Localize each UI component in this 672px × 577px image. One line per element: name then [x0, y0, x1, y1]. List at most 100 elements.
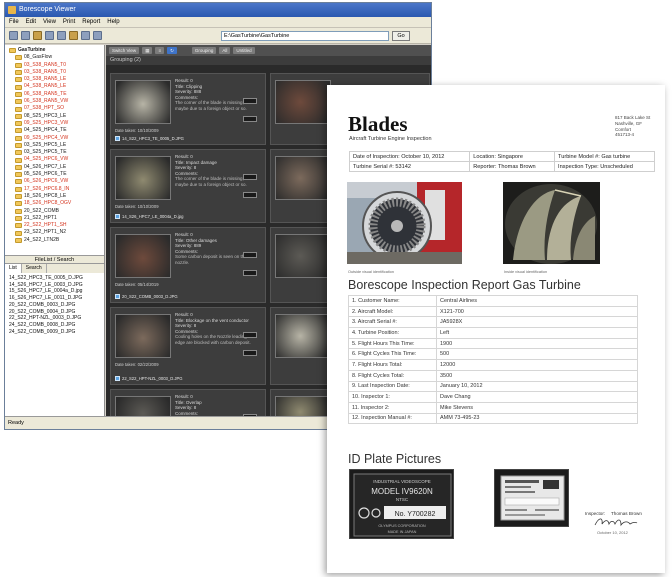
switch-view-button[interactable]: Switch View: [109, 47, 140, 54]
edit-field[interactable]: [243, 192, 257, 198]
tree-item[interactable]: 06_S26_HPC6_VW: [9, 178, 104, 185]
tree-item[interactable]: 20_S22_COMB: [9, 208, 104, 215]
tree-item[interactable]: 24_S22_LTN2B: [9, 237, 104, 244]
tab-search[interactable]: Search: [22, 264, 47, 273]
filelist-tabs: List Search: [5, 264, 104, 273]
tree-item[interactable]: 04_S38_RAN5_LE: [9, 83, 104, 90]
info-location: Location: Singapore: [469, 151, 556, 162]
inspection-card[interactable]: Result: 0 Title: Impact damage Severity: 8…: [110, 149, 266, 223]
menu-help[interactable]: Help: [107, 17, 119, 27]
details-row: 9. Last Inspection Date: January 10, 2012: [348, 381, 638, 393]
file-list-item[interactable]: 20_S22_COMB_0004_D.JPG: [9, 309, 104, 316]
inspection-card[interactable]: Result: 0 Title: Other damages Severity: 8…: [110, 227, 266, 303]
tab-list[interactable]: List: [5, 264, 22, 273]
menu-print[interactable]: Print: [63, 17, 75, 27]
menu-edit[interactable]: Edit: [26, 17, 36, 27]
card-thumbnail[interactable]: [275, 80, 331, 124]
card-filename-text: 20_S22_COMB_0003_D.JPG: [122, 294, 178, 299]
go-button[interactable]: Go: [392, 30, 410, 41]
tree-item[interactable]: 09_S25_HPC4_VW: [9, 135, 104, 142]
card-thumbnail[interactable]: [115, 234, 171, 278]
folder-icon: [15, 201, 22, 207]
grouping-button[interactable]: Grouping: [191, 47, 217, 54]
edit-field[interactable]: [243, 332, 257, 338]
tree-item-label: 05_S26_HPC6_TE: [24, 171, 67, 178]
select-checkbox[interactable]: [115, 294, 120, 299]
file-list-item[interactable]: 22_S22_HPT-NZL_0003_D.JPG: [9, 315, 104, 322]
tree-root[interactable]: GasTurbine: [9, 47, 104, 54]
save-icon[interactable]: [21, 31, 30, 40]
edit-field[interactable]: [243, 270, 257, 276]
inspection-card[interactable]: Result: 0 Title: Blockage on the vent con…: [110, 307, 266, 385]
card-date: Date taken: 02/22/2009: [115, 362, 159, 367]
tree-item[interactable]: 04_S25_HPC4_TE: [9, 127, 104, 134]
tree-item[interactable]: 09_S25_HPC3_VW: [9, 120, 104, 127]
file-list-item[interactable]: 16_S26_HPC7_LE_0011_D.JPG: [9, 295, 104, 302]
card-thumbnail[interactable]: [115, 314, 171, 358]
tree-item[interactable]: 06_S38_RAN5_VW: [9, 98, 104, 105]
tree-item[interactable]: 21_S22_HPT1: [9, 215, 104, 222]
edit-field[interactable]: [243, 98, 257, 104]
report-icon[interactable]: [57, 31, 66, 40]
back-icon[interactable]: [81, 31, 90, 40]
edit-field[interactable]: [243, 350, 257, 356]
select-checkbox[interactable]: [115, 376, 120, 381]
folder-icon[interactable]: [33, 31, 42, 40]
tree-item[interactable]: 18_S26_HPC8_OGV: [9, 200, 104, 207]
file-list-item[interactable]: 14_S26_HPC7_LE_0003_D.JPG: [9, 282, 104, 289]
tree-item[interactable]: 03_S38_RAN5_LE: [9, 76, 104, 83]
tree-item[interactable]: 03_S38_RAN5_T0: [9, 69, 104, 76]
forward-icon[interactable]: [93, 31, 102, 40]
filter-all-button[interactable]: All: [219, 47, 231, 54]
tree-item[interactable]: 04_S26_HPC7_LE: [9, 164, 104, 171]
filter-untitled-button[interactable]: Untitled: [233, 47, 255, 54]
details-label: 4. Turbine Position:: [348, 327, 437, 339]
folder-icon: [15, 84, 22, 90]
inspection-card[interactable]: Result: 0 Title: Clipping Severity: 888 Com…: [110, 73, 266, 145]
card-thumbnail[interactable]: [275, 156, 331, 200]
tree-item[interactable]: 17_S26_HPC6.8_IN: [9, 186, 104, 193]
tree-item[interactable]: 03_S38_RAN5_T0: [9, 62, 104, 69]
tree-item[interactable]: 05_S26_HPC6_TE: [9, 171, 104, 178]
tree-item[interactable]: 08_GasFlow: [9, 54, 104, 61]
folder-icon: [15, 70, 22, 76]
file-list-item[interactable]: 14_S22_HPC3_TE_0005_D.JPG: [9, 275, 104, 282]
card-thumbnail[interactable]: [115, 156, 171, 200]
file-list-item[interactable]: 20_S22_COMB_0003_D.JPG: [9, 302, 104, 309]
select-checkbox[interactable]: [115, 136, 120, 141]
file-list-item[interactable]: 24_S22_COMB_0008_D.JPG: [9, 322, 104, 329]
folder-icon: [15, 77, 22, 83]
tree-item[interactable]: 18_S26_HPC8_LE: [9, 193, 104, 200]
card-thumbnail[interactable]: [275, 234, 331, 278]
export-icon[interactable]: [69, 31, 78, 40]
menu-view[interactable]: View: [43, 17, 56, 27]
tree-item[interactable]: 03_S25_HPC5_TE: [9, 149, 104, 156]
menu-report[interactable]: Report: [82, 17, 100, 27]
menu-file[interactable]: File: [9, 17, 19, 27]
tree-item[interactable]: 06_S38_RAN5_TE: [9, 91, 104, 98]
print-icon[interactable]: [45, 31, 54, 40]
window-title: Borescope Viewer: [19, 6, 76, 13]
refresh-icon[interactable]: ↻: [167, 47, 177, 54]
details-value: Dave Chang: [436, 391, 638, 403]
tree-item[interactable]: 03_S25_HPC5_LE: [9, 142, 104, 149]
card-thumbnail[interactable]: [115, 80, 171, 124]
edit-field[interactable]: [243, 174, 257, 180]
edit-field[interactable]: [243, 116, 257, 122]
grid-view-icon[interactable]: ▦: [142, 47, 153, 54]
edit-field[interactable]: [243, 252, 257, 258]
tree-item[interactable]: 04_S25_HPC6_VW: [9, 156, 104, 163]
open-icon[interactable]: [9, 31, 18, 40]
inspection-info-table: Date of Inspection: October 10, 2012 Loc…: [348, 151, 655, 172]
path-input[interactable]: E:\GasTurbine\GasTurbine: [221, 30, 389, 41]
file-list-item[interactable]: 24_S22_COMB_0009_D.JPG: [9, 329, 104, 336]
tree-item[interactable]: 23_S22_HPT1_N2: [9, 229, 104, 236]
file-list-item[interactable]: 15_S26_HPC7_LE_0004a_D.jpg: [9, 288, 104, 295]
tree-item[interactable]: 08_S25_HPC3_LE: [9, 113, 104, 120]
details-label: 2. Aircraft Model:: [348, 306, 437, 318]
card-thumbnail[interactable]: [275, 314, 331, 358]
tree-item[interactable]: 07_S38_HPT_SO: [9, 105, 104, 112]
list-view-icon[interactable]: ≡: [155, 47, 165, 54]
tree-item[interactable]: 22_S22_HPT1_SH: [9, 222, 104, 229]
select-checkbox[interactable]: [115, 214, 120, 219]
